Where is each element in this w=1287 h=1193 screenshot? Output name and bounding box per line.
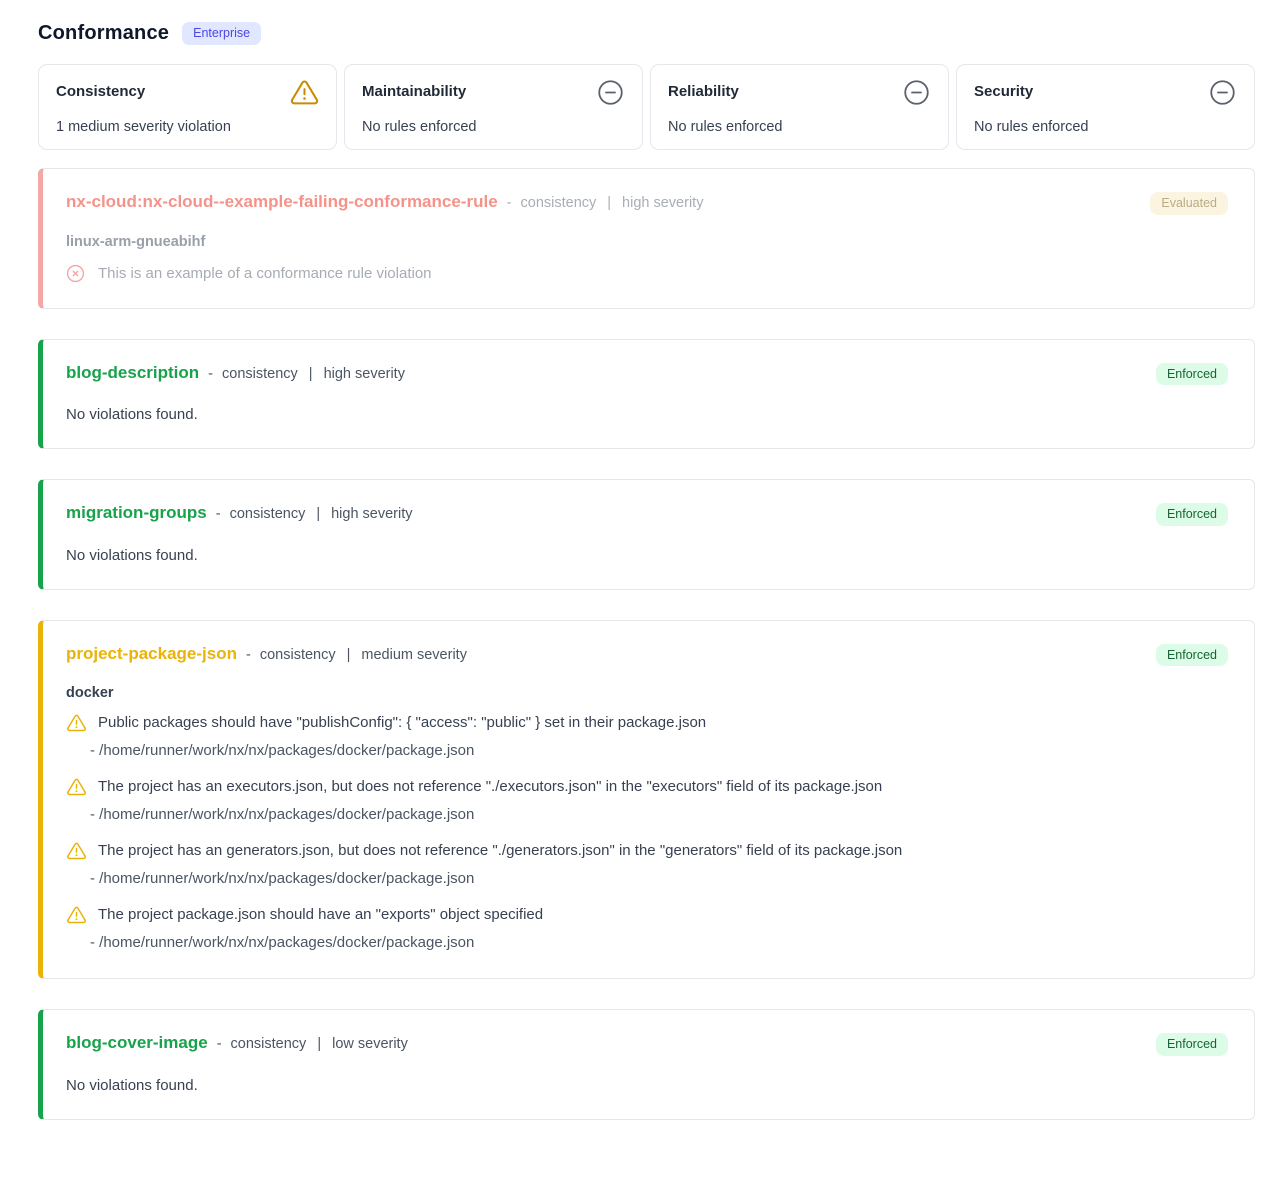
- rule-result-text: No violations found.: [66, 406, 1228, 423]
- rule-meta: - consistency | medium severity: [246, 647, 467, 663]
- violation-message: The project package.json should have an …: [98, 904, 543, 925]
- rule-result-text: No violations found.: [66, 1077, 1228, 1094]
- rule-severity: high severity: [324, 366, 405, 382]
- summary-label: Maintainability: [362, 78, 466, 100]
- violation-row: This is an example of a conformance rule…: [66, 264, 1228, 283]
- summary-card-reliability: Reliability No rules enforced: [650, 64, 949, 150]
- violation-path: - /home/runner/work/nx/nx/packages/docke…: [90, 868, 1228, 889]
- violation-item: The project package.json should have an …: [66, 904, 1228, 953]
- rule-category: consistency: [521, 195, 597, 211]
- violation-message: The project has an executors.json, but d…: [98, 776, 882, 797]
- warning-triangle-icon: [66, 712, 87, 733]
- violation-message: This is an example of a conformance rule…: [98, 265, 432, 282]
- warning-triangle-icon: [66, 840, 87, 861]
- rule-card-project-package-json: project-package-json - consistency | med…: [38, 620, 1255, 980]
- rule-card-blog-description: blog-description - consistency | high se…: [38, 339, 1255, 450]
- rule-severity: high severity: [331, 506, 412, 522]
- project-name: docker: [66, 685, 1228, 701]
- rule-title[interactable]: nx-cloud:nx-cloud--example-failing-confo…: [66, 192, 498, 212]
- status-badge-evaluated: Evaluated: [1150, 192, 1228, 215]
- summary-status: No rules enforced: [668, 119, 932, 135]
- violation-item: Public packages should have "publishConf…: [66, 712, 1228, 761]
- rule-title[interactable]: project-package-json: [66, 644, 237, 664]
- rule-title[interactable]: migration-groups: [66, 503, 207, 523]
- rule-meta: - consistency | high severity: [216, 506, 413, 522]
- summary-status: No rules enforced: [974, 119, 1238, 135]
- violation-path: - /home/runner/work/nx/nx/packages/docke…: [90, 740, 1228, 761]
- summary-card-security: Security No rules enforced: [956, 64, 1255, 150]
- rule-category: consistency: [222, 366, 298, 382]
- violation-item: The project has an executors.json, but d…: [66, 776, 1228, 825]
- violation-message: Public packages should have "publishConf…: [98, 712, 706, 733]
- x-circle-icon: [66, 264, 85, 283]
- rule-meta: - consistency | high severity: [208, 366, 405, 382]
- status-badge-enforced: Enforced: [1156, 503, 1228, 526]
- rule-severity: medium severity: [361, 647, 467, 663]
- warning-triangle-icon: [66, 776, 87, 797]
- status-badge-enforced: Enforced: [1156, 1033, 1228, 1056]
- rule-category: consistency: [260, 647, 336, 663]
- violation-item: The project has an generators.json, but …: [66, 840, 1228, 889]
- rule-title[interactable]: blog-cover-image: [66, 1033, 208, 1053]
- conformance-page: Conformance Enterprise Consistency 1 med…: [0, 0, 1287, 1160]
- status-badge-enforced: Enforced: [1156, 644, 1228, 667]
- rule-severity: high severity: [622, 195, 703, 211]
- warning-triangle-icon: [289, 78, 320, 107]
- summary-label: Consistency: [56, 78, 145, 100]
- summary-label: Security: [974, 78, 1033, 100]
- rule-category: consistency: [231, 1036, 307, 1052]
- summary-card-consistency: Consistency 1 medium severity violation: [38, 64, 337, 150]
- circle-minus-icon: [1209, 78, 1238, 106]
- rule-severity: low severity: [332, 1036, 408, 1052]
- summary-label: Reliability: [668, 78, 739, 100]
- violation-message: The project has an generators.json, but …: [98, 840, 902, 861]
- summary-status: 1 medium severity violation: [56, 119, 320, 135]
- rule-card-blog-cover-image: blog-cover-image - consistency | low sev…: [38, 1009, 1255, 1120]
- warning-triangle-icon: [66, 904, 87, 925]
- rule-card-example-failing-conformance-rule: nx-cloud:nx-cloud--example-failing-confo…: [38, 168, 1255, 309]
- summary-card-maintainability: Maintainability No rules enforced: [344, 64, 643, 150]
- rule-card-migration-groups: migration-groups - consistency | high se…: [38, 479, 1255, 590]
- summary-status: No rules enforced: [362, 119, 626, 135]
- page-title: Conformance: [38, 22, 169, 45]
- rule-result-text: No violations found.: [66, 547, 1228, 564]
- enterprise-badge: Enterprise: [182, 22, 261, 45]
- rule-meta: - consistency | low severity: [217, 1036, 408, 1052]
- summary-row: Consistency 1 medium severity violation …: [38, 64, 1255, 150]
- rule-meta: - consistency | high severity: [507, 195, 704, 211]
- violation-path: - /home/runner/work/nx/nx/packages/docke…: [90, 804, 1228, 825]
- rule-category: consistency: [230, 506, 306, 522]
- project-name: linux-arm-gnueabihf: [66, 234, 1228, 250]
- status-badge-enforced: Enforced: [1156, 363, 1228, 386]
- page-header: Conformance Enterprise: [38, 22, 1255, 45]
- violation-path: - /home/runner/work/nx/nx/packages/docke…: [90, 932, 1228, 953]
- circle-minus-icon: [597, 78, 626, 106]
- circle-minus-icon: [903, 78, 932, 106]
- rule-title[interactable]: blog-description: [66, 363, 199, 383]
